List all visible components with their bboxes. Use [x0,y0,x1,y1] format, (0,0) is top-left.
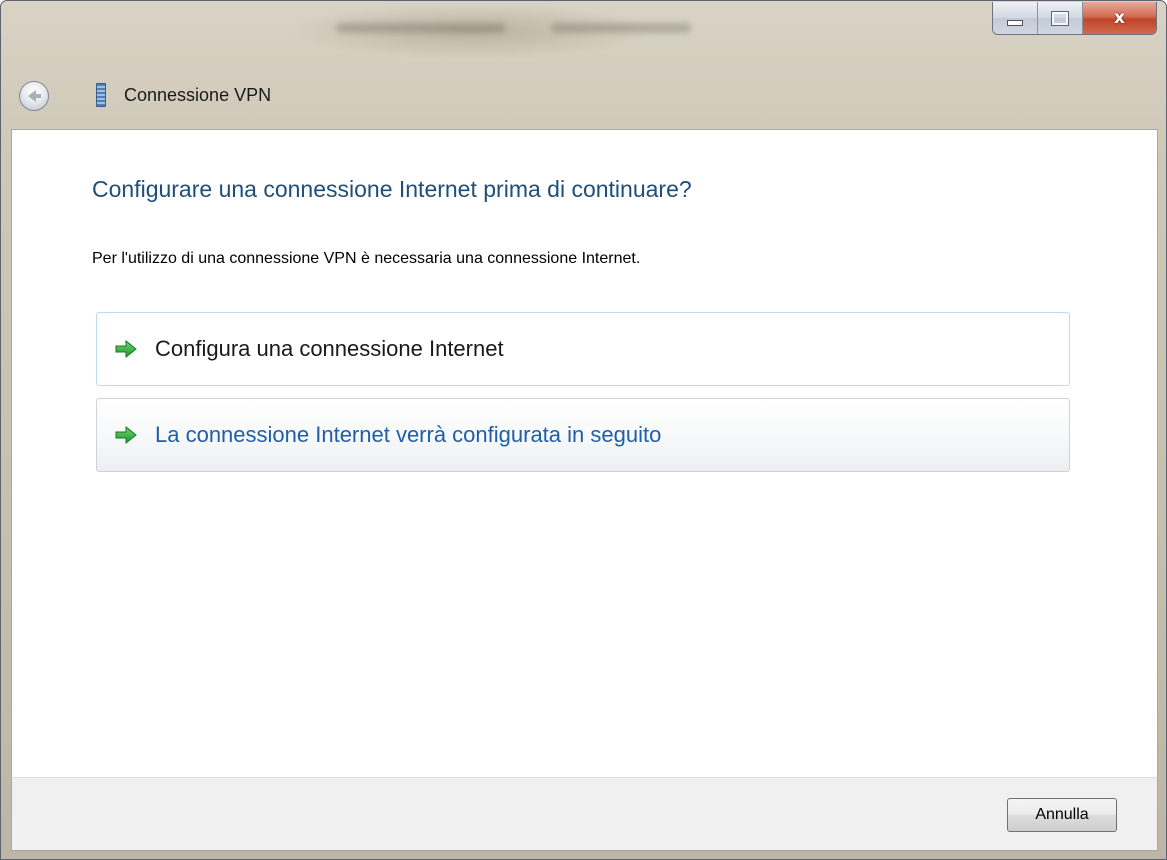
minimize-icon [1007,20,1023,26]
back-button[interactable] [19,81,49,111]
vpn-connection-icon [96,83,106,107]
page-heading: Configurare una connessione Internet pri… [92,176,692,202]
close-icon: x [1114,8,1125,28]
option-label: La connessione Internet verrà configurat… [155,422,662,447]
green-arrow-icon [115,426,137,444]
page-description: Per l'utilizzo di una connessione VPN è … [92,250,641,267]
option-label: Configura una connessione Internet [155,336,504,361]
option-configure-later[interactable]: La connessione Internet verrà configurat… [96,398,1070,472]
minimize-button[interactable] [993,2,1038,34]
blurred-title-text-secondary [551,23,691,33]
content-panel: Configurare una connessione Internet pri… [11,129,1158,777]
cancel-button[interactable]: Annulla [1007,798,1117,832]
blurred-title-text [336,23,506,33]
command-bar: Annulla [11,777,1158,851]
maximize-button[interactable] [1038,2,1083,34]
caption-buttons: x [992,2,1157,35]
maximize-icon [1051,10,1069,26]
green-arrow-icon [115,340,137,358]
option-configure-internet[interactable]: Configura una connessione Internet [96,312,1070,386]
close-button[interactable]: x [1083,2,1156,34]
back-arrow-icon [28,90,41,102]
window-title: Connessione VPN [124,85,272,105]
window-frame: x Connessione VPN Configurare una connes… [0,0,1167,860]
